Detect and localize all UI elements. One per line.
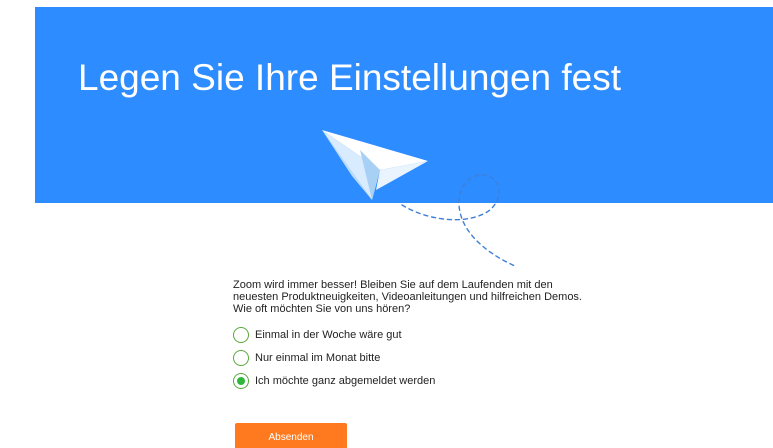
submit-button[interactable]: Absenden (235, 423, 347, 448)
option-unsubscribe[interactable]: Ich möchte ganz abgemeldet werden (233, 373, 653, 389)
option-label: Nur einmal im Monat bitte (255, 352, 381, 364)
page-title: Legen Sie Ihre Einstellungen fest (78, 57, 622, 98)
preferences-form: Zoom wird immer besser! Bleiben Sie auf … (233, 279, 653, 396)
top-strip (0, 0, 773, 7)
header-banner (35, 7, 773, 203)
radio-button[interactable] (233, 373, 249, 389)
option-label: Ich möchte ganz abgemeldet werden (255, 375, 436, 387)
intro-text: Zoom wird immer besser! Bleiben Sie auf … (233, 279, 653, 315)
option-monthly[interactable]: Nur einmal im Monat bitte (233, 350, 653, 366)
intro-line: neuesten Produktneuigkeiten, Videoanleit… (233, 291, 582, 303)
radio-button[interactable] (233, 350, 249, 366)
intro-line: Wie oft möchten Sie von uns hören? (233, 303, 411, 315)
frequency-options: Einmal in der Woche wäre gut Nur einmal … (233, 327, 653, 389)
radio-button[interactable] (233, 327, 249, 343)
option-weekly[interactable]: Einmal in der Woche wäre gut (233, 327, 653, 343)
preferences-page: Legen Sie Ihre Einstellungen fest Zoom w… (0, 0, 773, 448)
option-label: Einmal in der Woche wäre gut (255, 329, 402, 341)
intro-line: Zoom wird immer besser! Bleiben Sie auf … (233, 279, 553, 291)
